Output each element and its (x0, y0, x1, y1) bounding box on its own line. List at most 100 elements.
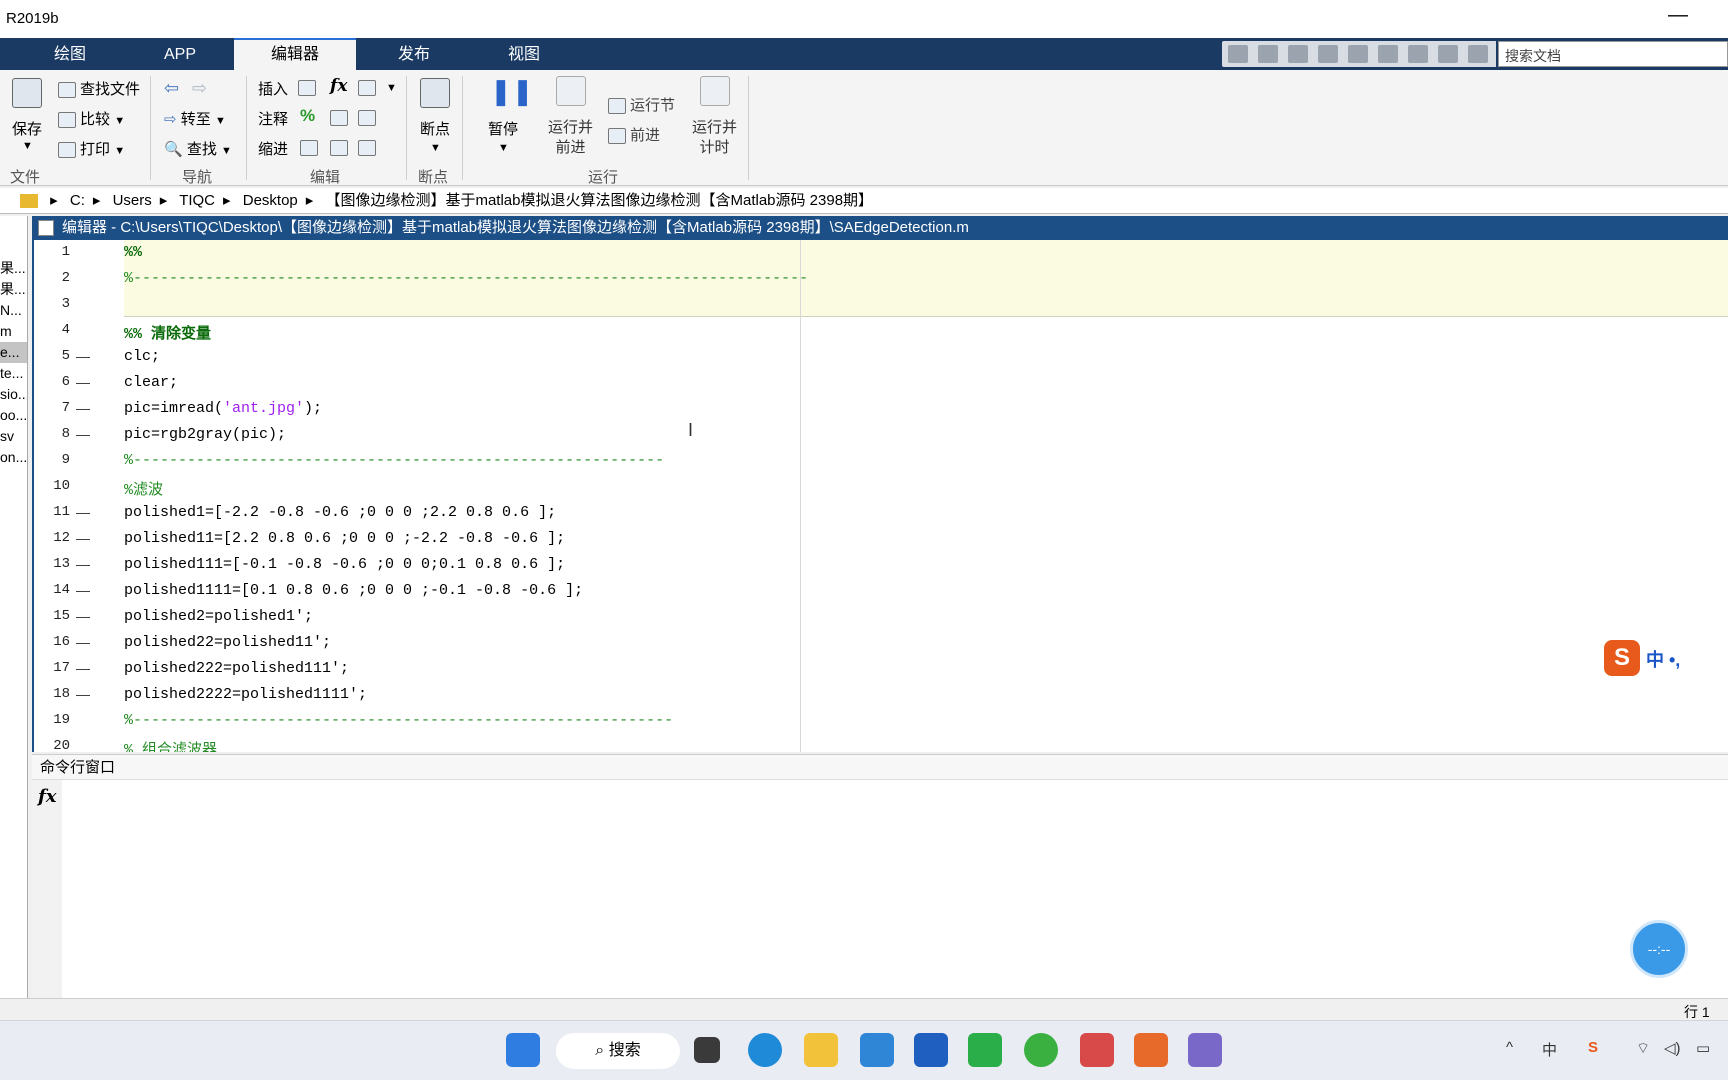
tray-chevron-icon[interactable]: ^ (1506, 1039, 1513, 1056)
path-part[interactable]: Users (113, 192, 152, 209)
file-item[interactable]: sv (0, 426, 27, 447)
app-purple-icon[interactable] (1188, 1033, 1222, 1067)
line-number[interactable]: 16 (34, 634, 70, 650)
snipping-tool-icon[interactable] (1080, 1033, 1114, 1067)
breakpoints-icon[interactable] (420, 78, 450, 108)
indent-button[interactable]: 缩进 (258, 138, 288, 159)
insert-button[interactable]: 插入 (258, 78, 288, 99)
line-number[interactable]: 5 (34, 348, 70, 364)
line-number[interactable]: 8 (34, 426, 70, 442)
mail-icon[interactable] (860, 1033, 894, 1067)
file-item[interactable]: on... (0, 447, 27, 468)
insert-figure-icon[interactable] (358, 80, 376, 96)
switch-window-icon[interactable] (1408, 45, 1428, 63)
windows-start-icon[interactable] (506, 1033, 540, 1067)
battery-icon[interactable]: ▭ (1696, 1039, 1710, 1057)
insert-section-icon[interactable] (298, 80, 316, 96)
breakpoint-marker[interactable]: — (76, 504, 90, 520)
code-line[interactable]: clc; (124, 348, 160, 365)
tab-apps[interactable]: APP (140, 38, 220, 70)
pause-button[interactable]: 暂停 (488, 118, 518, 139)
line-number[interactable]: 10 (34, 478, 70, 494)
breakpoint-marker[interactable]: — (76, 608, 90, 624)
line-number[interactable]: 6 (34, 374, 70, 390)
save-icon[interactable] (12, 78, 42, 108)
copy-icon[interactable] (1288, 45, 1308, 63)
line-number[interactable]: 3 (34, 296, 70, 312)
line-number[interactable]: 17 (34, 660, 70, 676)
code-line[interactable]: %---------------------------------------… (124, 712, 673, 729)
path-part[interactable]: 【图像边缘检测】基于matlab模拟退火算法图像边缘检测【含Matlab源码 2… (325, 192, 873, 209)
pause-dropdown-icon[interactable]: ▼ (498, 142, 509, 154)
code-line[interactable]: clear; (124, 374, 178, 391)
path-part[interactable]: Desktop (243, 192, 298, 209)
code-line[interactable]: %---------------------------------------… (124, 452, 664, 469)
breakpoints-dropdown-icon[interactable]: ▼ (430, 142, 441, 154)
run-and-time-button[interactable]: 运行并 计时 (692, 118, 737, 158)
line-number[interactable]: 11 (34, 504, 70, 520)
breakpoint-marker[interactable]: — (76, 634, 90, 650)
breakpoint-marker[interactable]: — (76, 686, 90, 702)
line-number[interactable]: 19 (34, 712, 70, 728)
breakpoint-marker[interactable]: — (76, 556, 90, 572)
wechat-icon[interactable] (968, 1033, 1002, 1067)
breakpoint-marker[interactable]: — (76, 582, 90, 598)
run-advance-button[interactable]: 运行并 前进 (548, 118, 593, 158)
tab-plots[interactable]: 绘图 (30, 38, 110, 70)
uncomment-icon[interactable] (330, 110, 348, 126)
ime-mode-label[interactable]: 中 •, (1646, 646, 1680, 672)
taskbar-search[interactable]: ⌕ 搜索 (556, 1033, 680, 1069)
path-part[interactable]: C: (70, 192, 85, 209)
code-editor[interactable]: I 1%% 2 %---------------------------------… (32, 240, 1728, 752)
redo-icon[interactable] (1378, 45, 1398, 63)
paste-icon[interactable] (1318, 45, 1338, 63)
tab-editor[interactable]: 编辑器 (234, 38, 356, 70)
file-item[interactable]: N... (0, 300, 27, 321)
line-number[interactable]: 12 (34, 530, 70, 546)
file-item[interactable]: oo... (0, 405, 27, 426)
find-button[interactable]: 🔍 查找 ▼ (164, 138, 232, 159)
code-line[interactable]: %% 清除变量 (124, 322, 211, 343)
line-number[interactable]: 20 (34, 738, 70, 752)
breakpoint-marker[interactable]: — (76, 400, 90, 416)
current-folder-bar[interactable]: ▸ C: ▸ Users ▸ TIQC ▸ Desktop ▸ 【图像边缘检测】基于ma… (0, 188, 1728, 214)
file-item[interactable]: e... (0, 342, 27, 363)
code-line[interactable]: % 组合滤波器 (124, 738, 217, 752)
browser-e-icon[interactable] (1024, 1033, 1058, 1067)
file-item[interactable]: te... (0, 363, 27, 384)
sogou-tray-icon[interactable]: S (1588, 1039, 1598, 1056)
forward-arrow-icon[interactable]: ⇨ (192, 78, 207, 99)
run-advance-icon[interactable] (556, 76, 586, 106)
compare-button[interactable]: 比较 ▼ (58, 108, 125, 129)
code-line[interactable]: pic=rgb2gray(pic); (124, 426, 286, 443)
code-line[interactable]: polished2222=polished1111'; (124, 686, 367, 703)
pause-icon[interactable]: ❚❚ (490, 76, 534, 107)
line-number[interactable]: 9 (34, 452, 70, 468)
ime-toolbar[interactable]: S 中 •, (1600, 638, 1728, 678)
line-number[interactable]: 4 (34, 322, 70, 338)
run-section-button[interactable]: 运行节 (608, 94, 675, 115)
help-icon[interactable] (1438, 45, 1458, 63)
app-l-icon[interactable] (914, 1033, 948, 1067)
line-number[interactable]: 13 (34, 556, 70, 572)
minimize-button[interactable]: — (1668, 4, 1688, 27)
decrease-indent-icon[interactable] (358, 140, 376, 156)
floating-timer-bubble[interactable]: --:-- (1630, 920, 1688, 978)
insert-function-button[interactable]: fx (330, 76, 347, 96)
breakpoint-marker[interactable]: — (76, 426, 90, 442)
advance-button[interactable]: 前进 (608, 124, 660, 145)
smart-indent-icon[interactable] (300, 140, 318, 156)
percent-comment-button[interactable]: % (300, 106, 315, 126)
wrap-comment-icon[interactable] (358, 110, 376, 126)
file-item[interactable]: 果... (0, 258, 27, 279)
find-files-button[interactable]: 查找文件 (58, 78, 140, 99)
code-line[interactable]: polished22=polished11'; (124, 634, 331, 651)
tab-view[interactable]: 视图 (484, 38, 564, 70)
search-docs-input[interactable]: 搜索文档 (1498, 41, 1728, 67)
breakpoint-marker[interactable]: — (76, 374, 90, 390)
undo-icon[interactable] (1348, 45, 1368, 63)
file-item[interactable]: 果... (0, 279, 27, 300)
insert-dropdown-icon[interactable]: ▼ (386, 82, 397, 94)
code-line[interactable]: pic=imread('ant.jpg'); (124, 400, 322, 417)
line-number[interactable]: 15 (34, 608, 70, 624)
